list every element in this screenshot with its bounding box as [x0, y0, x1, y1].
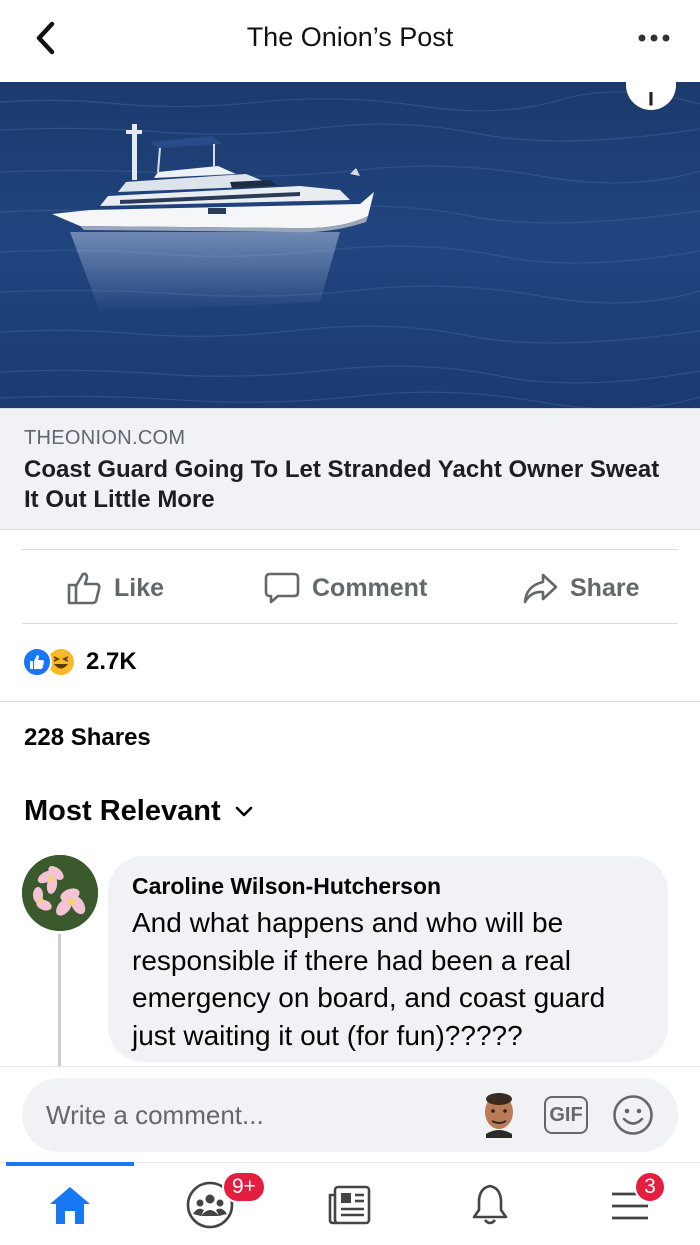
reaction-count: 2.7K	[86, 648, 137, 675]
groups-badge: 9+	[222, 1171, 266, 1203]
comment-text: And what happens and who will be respons…	[132, 907, 606, 1051]
share-button[interactable]: Share	[522, 568, 639, 608]
link-domain: THEONION.COM	[24, 427, 186, 449]
sort-label: Most Relevant	[24, 795, 221, 827]
more-dots-icon	[638, 34, 670, 42]
page-title: The Onion’s Post	[246, 22, 454, 52]
tab-news[interactable]	[320, 1179, 380, 1231]
home-icon	[50, 1187, 90, 1224]
comment-input[interactable]	[46, 1098, 466, 1132]
reaction-summary[interactable]: 2.7K	[22, 646, 137, 678]
menu-badge: 3	[634, 1171, 666, 1203]
comment-sort-dropdown[interactable]: Most Relevant	[24, 795, 253, 828]
comment-bubble-icon	[264, 572, 300, 604]
comment-author[interactable]: Caroline Wilson-Hutcherson	[132, 872, 644, 900]
bitmoji-avatar-icon[interactable]	[478, 1090, 520, 1138]
article-image[interactable]	[0, 82, 700, 408]
tab-notifications[interactable]	[460, 1179, 520, 1231]
gif-icon: GIF	[549, 1103, 583, 1126]
top-bar: The Onion’s Post	[0, 0, 700, 82]
link-preview[interactable]: THEONION.COM Coast Guard Going To Let St…	[0, 408, 700, 530]
sticker-smiley-icon	[613, 1095, 653, 1135]
comment-composer: GIF	[22, 1078, 678, 1152]
divider	[22, 549, 678, 550]
news-feed-icon	[328, 1185, 371, 1225]
gif-button[interactable]: GIF	[544, 1096, 588, 1134]
sticker-button[interactable]	[612, 1094, 654, 1136]
comment-button[interactable]: Comment	[264, 568, 427, 608]
link-title: Coast Guard Going To Let Stranded Yacht …	[24, 456, 660, 513]
like-reaction-icon	[22, 647, 52, 677]
comment-label: Comment	[312, 573, 428, 602]
chevron-down-icon	[235, 806, 252, 816]
more-options-button[interactable]	[636, 24, 672, 52]
like-button[interactable]: Like	[66, 568, 164, 608]
comment-bubble[interactable]: Caroline Wilson-Hutcherson And what happ…	[108, 856, 668, 1062]
bottom-tab-bar: 9+ 3	[0, 1162, 700, 1245]
like-label: Like	[114, 573, 165, 602]
share-label: Share	[570, 573, 640, 602]
share-arrow-icon	[523, 573, 558, 604]
active-tab-indicator	[6, 1162, 134, 1166]
thread-line	[58, 934, 61, 1066]
divider	[22, 623, 678, 624]
tab-home[interactable]	[40, 1179, 100, 1231]
divider	[0, 701, 700, 702]
bell-icon	[472, 1184, 508, 1225]
shares-count[interactable]: 228 Shares	[24, 724, 151, 752]
avatar[interactable]	[22, 855, 98, 931]
like-thumb-icon	[67, 572, 101, 605]
